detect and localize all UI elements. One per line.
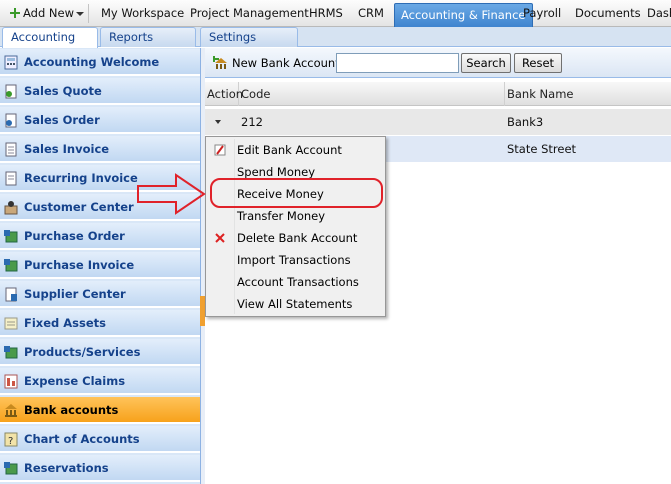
nav-crm[interactable]: CRM [358, 0, 384, 27]
menu-item-account-transactions[interactable]: Account Transactions [206, 271, 385, 293]
order-icon [5, 113, 17, 128]
sidebar-item-label: Purchase Order [24, 229, 125, 243]
sidebar-item-label: Sales Quote [24, 84, 102, 98]
arrow-annotation-icon [137, 173, 206, 215]
sidebar-item-label: Bank accounts [24, 403, 119, 417]
new-bank-icon [213, 56, 227, 69]
sidebar-item-sales-quote[interactable]: Sales Quote [0, 78, 200, 105]
sidebar-item-label: Chart of Accounts [24, 432, 140, 446]
sidebar-item-bank-accounts[interactable]: Bank accounts [0, 397, 200, 424]
nav-project-management[interactable]: Project Management [190, 0, 309, 27]
new-bank-account-label: New Bank Account [232, 56, 340, 70]
sidebar-item-fixed-assets[interactable]: Fixed Assets [0, 310, 200, 337]
reservations-icon [4, 462, 18, 475]
sidebar-item-products-services[interactable]: Products/Services [0, 339, 200, 366]
bank-icon [5, 404, 17, 417]
purchase-order-icon [4, 230, 18, 243]
purchase-invoice-icon [4, 259, 18, 272]
table-row[interactable]: 212 Bank3 [205, 109, 671, 135]
sidebar-tabs: Accounting Reports Settings [0, 27, 671, 48]
sidebar-item-label: Supplier Center [24, 287, 126, 301]
highlight-annotation [210, 178, 383, 208]
calculator-icon [4, 55, 18, 70]
products-icon [4, 346, 18, 359]
row-action-dropdown-icon[interactable] [215, 120, 221, 124]
row-action-menu: Edit Bank Account Spend Money Receive Mo… [205, 136, 386, 317]
top-nav: Add New My Workspace Project Management … [0, 0, 671, 27]
menu-item-import-transactions[interactable]: Import Transactions [206, 249, 385, 271]
recurring-icon [5, 171, 17, 186]
sidebar-item-accounting-welcome[interactable]: Accounting Welcome [0, 49, 200, 76]
sidebar-item-label: Expense Claims [24, 374, 126, 388]
sidebar-item-label: Products/Services [24, 345, 141, 359]
menu-item-delete-bank-account[interactable]: Delete Bank Account [206, 227, 385, 249]
sidebar-item-purchase-invoice[interactable]: Purchase Invoice [0, 252, 200, 279]
add-new-button[interactable]: Add New [10, 0, 85, 27]
expense-icon [4, 374, 18, 389]
column-header-action[interactable]: Action [205, 82, 243, 106]
sidebar-item-label: Fixed Assets [24, 316, 106, 330]
sidebar-item-label: Recurring Invoice [24, 171, 138, 185]
fixed-assets-icon [4, 317, 18, 330]
supplier-icon [5, 287, 17, 302]
grid-header: Action Code Bank Name [205, 82, 671, 106]
sidebar-item-label: Sales Invoice [24, 142, 110, 156]
tab-accounting[interactable]: Accounting [2, 27, 98, 48]
edit-icon [214, 144, 226, 156]
sidebar-item-chart-of-accounts[interactable]: ? Chart of Accounts [0, 426, 200, 453]
reset-button[interactable]: Reset [514, 53, 562, 73]
menu-item-edit-bank-account[interactable]: Edit Bank Account [206, 139, 385, 161]
nav-hrms[interactable]: HRMS [309, 0, 343, 27]
sidebar-item-reservations[interactable]: Reservations [0, 455, 200, 482]
sidebar-item-sales-order[interactable]: Sales Order [0, 107, 200, 134]
invoice-icon [5, 142, 17, 157]
search-button[interactable]: Search [461, 53, 511, 73]
sidebar-item-expense-claims[interactable]: Expense Claims [0, 368, 200, 395]
cell-code: 212 [241, 115, 263, 129]
tab-reports[interactable]: Reports [100, 27, 196, 47]
search-input[interactable] [336, 53, 459, 73]
column-header-code[interactable]: Code [239, 82, 505, 106]
new-bank-account-button[interactable]: New Bank Account [213, 54, 340, 72]
sidebar-item-label: Purchase Invoice [24, 258, 135, 272]
divider [88, 4, 89, 23]
nav-my-workspace[interactable]: My Workspace [101, 0, 184, 27]
grid-toolbar: New Bank Account Search Reset [205, 48, 671, 78]
nav-documents[interactable]: Documents [575, 0, 641, 27]
column-header-bank-name[interactable]: Bank Name [505, 82, 671, 106]
nav-accounting-finance[interactable]: Accounting & Finance [394, 3, 533, 27]
svg-text:?: ? [8, 436, 13, 447]
menu-item-transfer-money[interactable]: Transfer Money [206, 205, 385, 227]
tab-settings[interactable]: Settings [200, 27, 298, 47]
chevron-down-icon [76, 11, 85, 16]
nav-dash[interactable]: Dash [647, 0, 671, 27]
sidebar-item-purchase-order[interactable]: Purchase Order [0, 223, 200, 250]
nav-payroll[interactable]: Payroll [523, 0, 561, 27]
sidebar-item-label: Sales Order [24, 113, 100, 127]
sidebar-item-supplier-center[interactable]: Supplier Center [0, 281, 200, 308]
customer-icon [4, 201, 18, 215]
sidebar-item-label: Customer Center [24, 200, 134, 214]
cell-bank-name: Bank3 [507, 115, 544, 129]
sidebar-item-label: Accounting Welcome [24, 55, 160, 69]
sidebar: Accounting Welcome Sales Quote Sales Ord… [0, 48, 201, 484]
plus-icon [10, 8, 20, 18]
menu-item-view-all-statements[interactable]: View All Statements [206, 293, 385, 315]
sidebar-item-label: Reservations [24, 461, 109, 475]
cell-bank-name: State Street [507, 142, 577, 156]
delete-icon [215, 233, 225, 243]
sidebar-item-sales-invoice[interactable]: Sales Invoice [0, 136, 200, 163]
chart-accounts-icon: ? [4, 432, 18, 447]
quote-icon [5, 84, 17, 99]
